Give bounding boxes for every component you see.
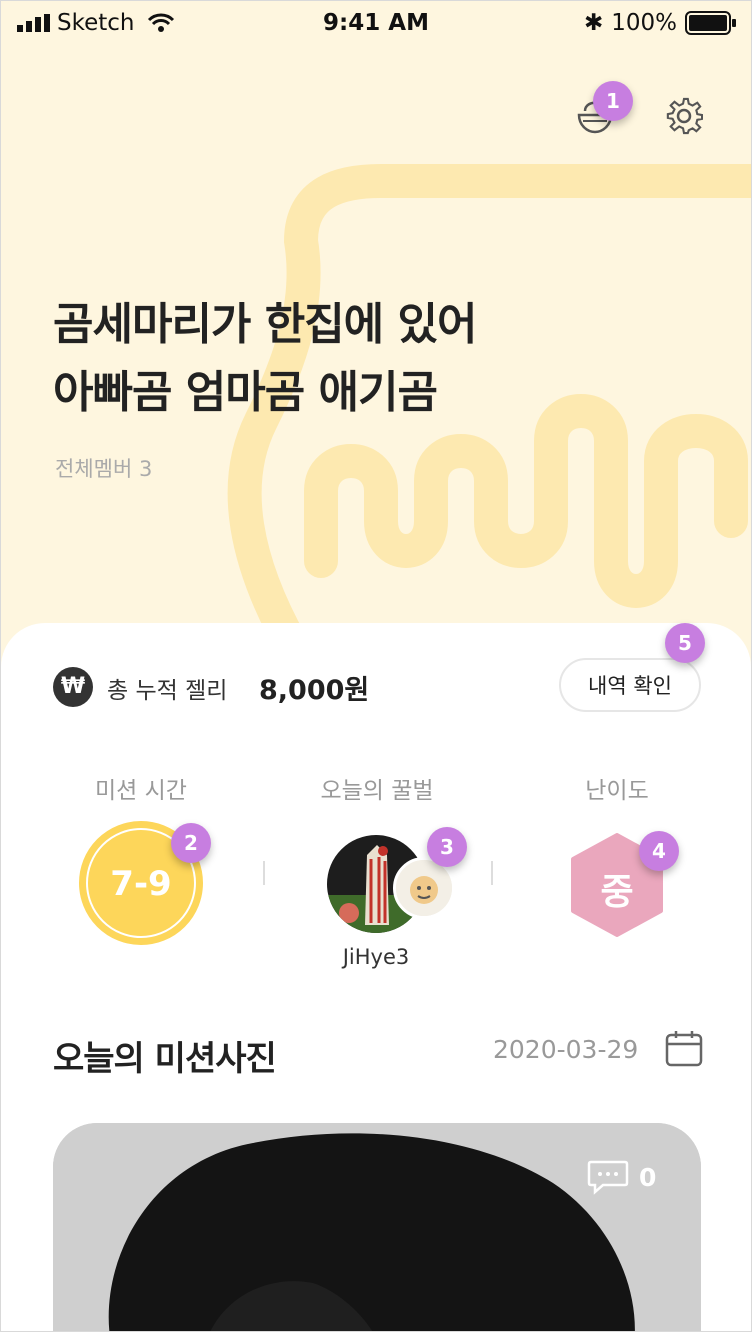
calendar-icon[interactable] — [665, 1029, 703, 1067]
jelly-amount: 8,000원 — [259, 675, 370, 706]
battery-icon — [685, 11, 736, 35]
hero-title-line1: 곰세마리가 한집에 있어 — [53, 299, 477, 350]
mission-time-label: 미션 시간 — [95, 778, 187, 804]
difficulty-value: 중 — [600, 872, 634, 913]
jelly-label: 총 누적 젤리 — [107, 678, 228, 704]
mission-photo[interactable] — [53, 1123, 701, 1331]
annotation-badge-5: 5 — [665, 623, 705, 663]
won-icon: ₩ — [53, 667, 93, 707]
annotation-badge-2: 2 — [171, 823, 211, 863]
annotation-badge-4: 4 — [639, 831, 679, 871]
bluetooth-icon: ✱ — [583, 10, 604, 36]
mission-time-value: 7-9 — [110, 864, 172, 904]
status-bar: Sketch 9:41 AM ✱ 100% — [1, 1, 751, 45]
hero-title-line2: 아빠곰 엄마곰 애기곰 — [53, 367, 438, 418]
photo-image — [53, 1123, 701, 1331]
screen: Sketch 9:41 AM ✱ 100% 1 곰세마리가 한집에 있어 아빠곰… — [0, 0, 752, 1332]
difficulty-label: 난이도 — [585, 778, 649, 804]
section-title: 오늘의 미션사진 — [53, 1039, 277, 1079]
comment-count: 0 — [639, 1163, 657, 1192]
avatar-image — [396, 860, 452, 916]
history-button[interactable]: 내역 확인 — [559, 658, 701, 712]
comment-icon[interactable] — [587, 1159, 629, 1195]
hero-title: 곰세마리가 한집에 있어 아빠곰 엄마곰 애기곰 — [53, 291, 477, 427]
divider — [491, 861, 493, 885]
honey-label: 오늘의 꿀벌 — [320, 778, 434, 804]
photo-date: 2020-03-29 — [493, 1035, 639, 1064]
honey-name: JiHye3 — [342, 945, 410, 969]
annotation-badge-3: 3 — [427, 827, 467, 867]
battery-percent: 100% — [611, 10, 677, 36]
member-count: 전체멤버 3 — [55, 457, 153, 481]
annotation-badge-1: 1 — [593, 81, 633, 121]
gear-icon[interactable] — [665, 97, 703, 135]
divider — [263, 861, 265, 885]
